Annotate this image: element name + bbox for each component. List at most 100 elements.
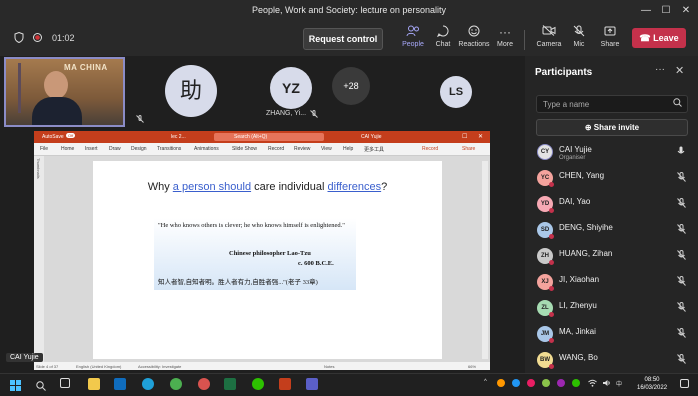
ppt-tab-more-tools[interactable]: 更多工具 — [364, 146, 384, 153]
outlook-icon[interactable] — [114, 378, 126, 390]
participant-row[interactable]: YC CHEN, Yang — [525, 166, 698, 192]
file-explorer-icon[interactable] — [88, 378, 100, 390]
reactions-label: Reactions — [458, 41, 490, 48]
minimize-button[interactable]: — — [638, 3, 654, 19]
overflow-participants-button[interactable]: +28 — [332, 67, 370, 105]
ppt-maximize-icon[interactable]: ☐ — [462, 133, 467, 140]
mic-off-icon — [677, 328, 686, 340]
tray-app-icon[interactable] — [527, 379, 535, 387]
participant-row[interactable]: CY CAI Yujie Organiser — [525, 140, 698, 166]
ppt-tab-review[interactable]: Review — [294, 146, 310, 152]
participant-row[interactable]: SD DENG, Shiyihe — [525, 218, 698, 244]
search-icon[interactable] — [36, 378, 46, 396]
clock-time: 08:50 — [644, 377, 660, 383]
tray-wechat-icon[interactable] — [572, 379, 580, 387]
thumbnails-pane[interactable]: Thumbnails — [34, 156, 44, 366]
participant-row[interactable]: YD DAI, Yao — [525, 192, 698, 218]
title-part: ? — [381, 181, 388, 193]
panel-close-button[interactable]: ✕ — [675, 64, 684, 77]
status-dot — [549, 338, 554, 343]
more-button[interactable]: ··· More — [487, 25, 523, 55]
ppt-tab-insert[interactable]: Insert — [85, 146, 98, 152]
share-invite-button[interactable]: ⊕ Share invite — [536, 119, 688, 136]
ppt-close-icon[interactable]: ✕ — [478, 133, 483, 140]
status-dot — [549, 286, 554, 291]
mic-label: Mic — [573, 41, 585, 48]
volume-icon[interactable] — [602, 379, 611, 389]
chrome-icon[interactable] — [198, 378, 210, 390]
maximize-button[interactable]: ☐ — [658, 3, 674, 19]
wifi-icon[interactable] — [588, 379, 597, 389]
ppt-tab-view[interactable]: View — [321, 146, 332, 152]
video-brand-text: MA CHINA — [64, 63, 108, 72]
mic-off-icon — [677, 198, 686, 210]
search-icon — [673, 98, 682, 110]
mic-off-icon — [677, 224, 686, 236]
ppt-tab-record[interactable]: Record — [268, 146, 284, 152]
ppt-search-box[interactable]: Search (Alt+Q) — [214, 133, 324, 141]
app-icon-green[interactable] — [170, 378, 182, 390]
ppt-record-button[interactable]: Record — [422, 146, 438, 152]
ppt-tab-slideshow[interactable]: Slide Show — [232, 146, 257, 152]
request-control-button[interactable]: Request control — [303, 28, 383, 50]
ppt-tab-animations[interactable]: Animations — [194, 146, 219, 152]
ppt-tab-file[interactable]: File — [40, 146, 48, 152]
participant-name: JI, Xiaohan — [559, 275, 600, 284]
search-placeholder: Type a name — [543, 100, 590, 109]
avatar-initials: JM — [540, 331, 550, 337]
active-speaker-label: CAI Yujie — [6, 353, 43, 362]
participant-row[interactable]: ZL LI, Zhenyu — [525, 296, 698, 322]
status-zoom[interactable]: 66% — [468, 364, 476, 369]
tray-app-icon[interactable] — [497, 379, 505, 387]
presenter-body — [32, 97, 82, 125]
panel-more-button[interactable]: ··· — [655, 64, 665, 75]
ppt-tab-draw[interactable]: Draw — [109, 146, 121, 152]
tray-app-icon[interactable] — [557, 379, 565, 387]
participant-row[interactable]: ZH HUANG, Zihan — [525, 244, 698, 270]
participant-avatar-yz[interactable]: YZ — [270, 67, 312, 109]
participant-avatar-ls[interactable]: LS — [440, 76, 472, 108]
autosave-toggle[interactable]: Off — [66, 133, 76, 138]
mic-off-icon — [677, 276, 686, 288]
participant-row[interactable]: JM MA, Jinkai — [525, 322, 698, 348]
edge-icon[interactable] — [142, 378, 154, 390]
ppt-share-button[interactable]: Share — [462, 146, 475, 152]
input-method-icon[interactable]: 中 — [616, 379, 622, 388]
tray-app-icon[interactable] — [542, 379, 550, 387]
status-dot — [549, 182, 554, 187]
presenter-video[interactable]: MA CHINA — [4, 57, 125, 127]
participant-row[interactable]: XJ JI, Xiaohan — [525, 270, 698, 296]
participant-search-input[interactable]: Type a name — [536, 95, 688, 113]
share-button[interactable]: Share — [592, 25, 628, 55]
participant-avatar-zhu[interactable]: 助 — [165, 65, 217, 117]
ppt-tab-design[interactable]: Design — [131, 146, 147, 152]
status-notes-button[interactable]: Notes — [324, 364, 334, 369]
participant-name: HUANG, Zihan — [559, 249, 613, 258]
notifications-icon[interactable] — [680, 379, 689, 388]
wechat-icon[interactable] — [252, 378, 264, 390]
ppt-filename: lec 2... — [171, 134, 186, 140]
avatar-initials: YD — [540, 201, 550, 207]
windows-start-icon[interactable] — [10, 378, 21, 396]
participant-name: WANG, Bo — [559, 353, 598, 362]
powerpoint-icon[interactable] — [279, 378, 291, 390]
teams-icon[interactable] — [306, 378, 318, 390]
avatar-initials: BW — [540, 357, 550, 363]
leave-button[interactable]: ☎ Leave — [632, 28, 686, 48]
excel-icon[interactable] — [224, 378, 236, 390]
system-clock[interactable]: 08:50 16/03/2022 — [637, 376, 667, 392]
ppt-tab-transitions[interactable]: Transitions — [157, 146, 181, 152]
recording-icon — [33, 33, 42, 45]
status-dot — [549, 234, 554, 239]
title-part-underlined: differences — [327, 181, 382, 193]
tray-chevron-icon[interactable]: ^ — [484, 379, 487, 385]
task-view-icon[interactable] — [60, 378, 70, 388]
tray-app-icon[interactable] — [512, 379, 520, 387]
avatar-initials: ZH — [541, 253, 549, 259]
status-accessibility[interactable]: Accessibility: Investigate — [138, 364, 181, 369]
ppt-tab-home[interactable]: Home — [61, 146, 74, 152]
ppt-tab-help[interactable]: Help — [343, 146, 353, 152]
close-button[interactable]: ✕ — [678, 3, 694, 19]
participant-row[interactable]: BW WANG, Bo — [525, 348, 698, 374]
vertical-scrollbar[interactable] — [482, 161, 488, 359]
